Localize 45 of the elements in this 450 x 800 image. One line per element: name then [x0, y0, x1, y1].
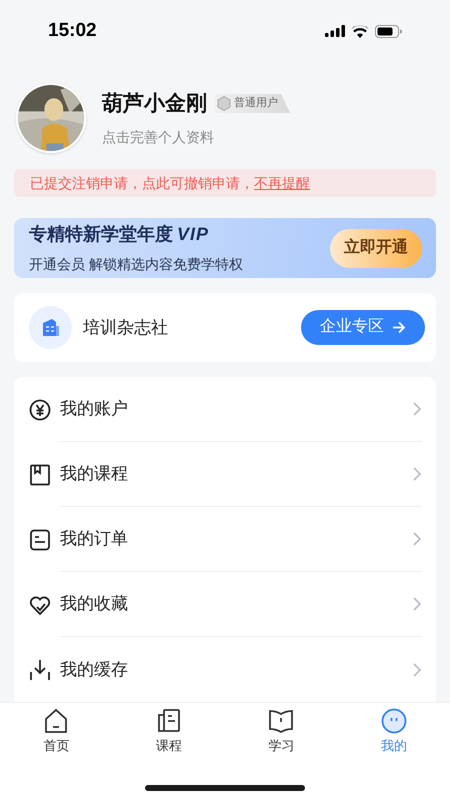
menu-label: 我的账户 [60, 398, 128, 420]
open-book-icon [268, 708, 294, 734]
vip-subtitle: 开通会员 解锁精选内容免费学特权 [29, 255, 243, 274]
menu-item[interactable]: 我的课程 [29, 442, 422, 507]
vip-mark: VIP [177, 223, 210, 246]
chevron-right-icon [412, 662, 422, 678]
menu-label: 我的缓存 [60, 658, 128, 681]
menu-item[interactable]: 我的缓存 [29, 637, 422, 702]
menu-label: 我的收藏 [60, 593, 128, 616]
heart-icon [29, 594, 51, 616]
tab[interactable]: 学习 [225, 703, 338, 761]
company-icon [29, 306, 72, 349]
vip-banner[interactable]: 专精特新学堂年度 VIP 开通会员 解锁精选内容免费学特权 立即开通 [14, 218, 436, 278]
download-icon [29, 658, 51, 680]
menu-label: 我的订单 [60, 528, 128, 550]
arrow-right-icon [392, 320, 406, 334]
wifi-icon [351, 24, 369, 38]
home-icon [43, 708, 70, 734]
notice-text: 已提交注销申请，点此可撤销申请， [30, 174, 254, 193]
user-level-badge: 普通用户 [215, 94, 290, 113]
menu-item[interactable]: 我的订单 [29, 507, 422, 572]
signal-icon [325, 25, 345, 37]
chevron-right-icon [412, 401, 422, 417]
battery-icon [375, 24, 402, 38]
vip-title: 专精特新学堂年度 [29, 223, 173, 246]
tab[interactable]: 课程 [112, 703, 225, 761]
status-time: 15:02 [48, 18, 97, 43]
chevron-right-icon [412, 466, 422, 482]
menu-label: 我的课程 [60, 463, 128, 486]
menu-item[interactable]: 我的收藏 [29, 572, 422, 637]
activate-button[interactable]: 立即开通 [330, 228, 422, 268]
yen-icon [29, 398, 51, 420]
menu-item[interactable]: 我的账户 [29, 377, 422, 442]
company-name: 培训杂志社 [83, 316, 168, 339]
tab[interactable]: 我的 [338, 703, 450, 761]
tab[interactable]: 首页 [0, 703, 112, 761]
newspaper-icon [156, 708, 182, 734]
hexagon-icon [217, 96, 231, 111]
book-icon [29, 464, 51, 486]
face-icon [380, 708, 407, 734]
user-name: 葫芦小金刚 [102, 90, 207, 117]
chevron-right-icon [412, 531, 422, 547]
enterprise-zone-button[interactable]: 企业专区 [301, 310, 425, 345]
chevron-right-icon [412, 596, 422, 612]
document-icon [29, 528, 51, 550]
